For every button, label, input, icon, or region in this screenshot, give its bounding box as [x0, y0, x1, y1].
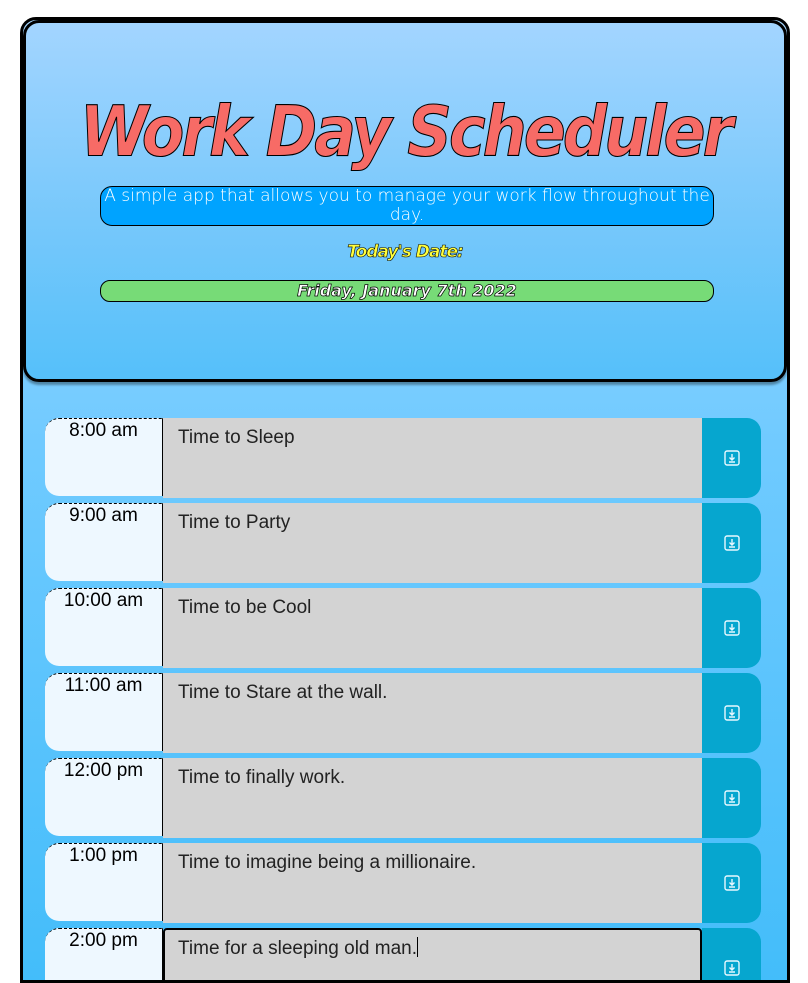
page-title: Work Day Scheduler [79, 90, 733, 173]
time-block-row: 12:00 pm Time to finally work. [45, 758, 767, 838]
save-icon [723, 790, 740, 806]
save-button[interactable] [702, 758, 761, 838]
time-block-row: 1:00 pm Time to imagine being a milliona… [45, 843, 767, 923]
time-block-list: 8:00 am Time to Sleep 9:00 am Time to Pa… [45, 418, 767, 980]
todays-date-label: Today's Date: [347, 242, 464, 263]
save-icon [723, 535, 740, 551]
time-block-row: 8:00 am Time to Sleep [45, 418, 767, 498]
description-textarea[interactable]: Time to finally work. [163, 758, 702, 838]
text-cursor [417, 937, 419, 957]
save-icon [723, 875, 740, 891]
scheduler-app: Work Day Scheduler A simple app that all… [20, 17, 790, 983]
save-icon [723, 705, 740, 721]
description-textarea[interactable]: Time to imagine being a millionaire. [163, 843, 702, 923]
app-description: A simple app that allows you to manage y… [100, 186, 714, 226]
save-icon [723, 960, 740, 976]
hour-label: 11:00 am [45, 673, 163, 751]
hour-label: 12:00 pm [45, 758, 163, 836]
hour-label: 9:00 am [45, 503, 163, 581]
description-textarea[interactable]: Time to be Cool [163, 588, 702, 668]
save-icon [723, 450, 740, 466]
current-date: Friday, January 7th 2022 [100, 280, 714, 302]
save-button[interactable] [702, 843, 761, 923]
description-textarea[interactable]: Time to Sleep [163, 418, 702, 498]
hour-label: 1:00 pm [45, 843, 163, 921]
description-textarea[interactable]: Time to Party [163, 503, 702, 583]
save-button[interactable] [702, 588, 761, 668]
hour-label: 10:00 am [45, 588, 163, 666]
time-block-row: 10:00 am Time to be Cool [45, 588, 767, 668]
hour-label: 8:00 am [45, 418, 163, 496]
description-textarea[interactable]: Time to Stare at the wall. [163, 673, 702, 753]
save-button[interactable] [702, 418, 761, 498]
time-block-row: 11:00 am Time to Stare at the wall. [45, 673, 767, 753]
save-button[interactable] [702, 673, 761, 753]
save-button[interactable] [702, 503, 761, 583]
time-block-row: 9:00 am Time to Party [45, 503, 767, 583]
save-icon [723, 620, 740, 636]
header-jumbotron: Work Day Scheduler A simple app that all… [23, 20, 787, 382]
